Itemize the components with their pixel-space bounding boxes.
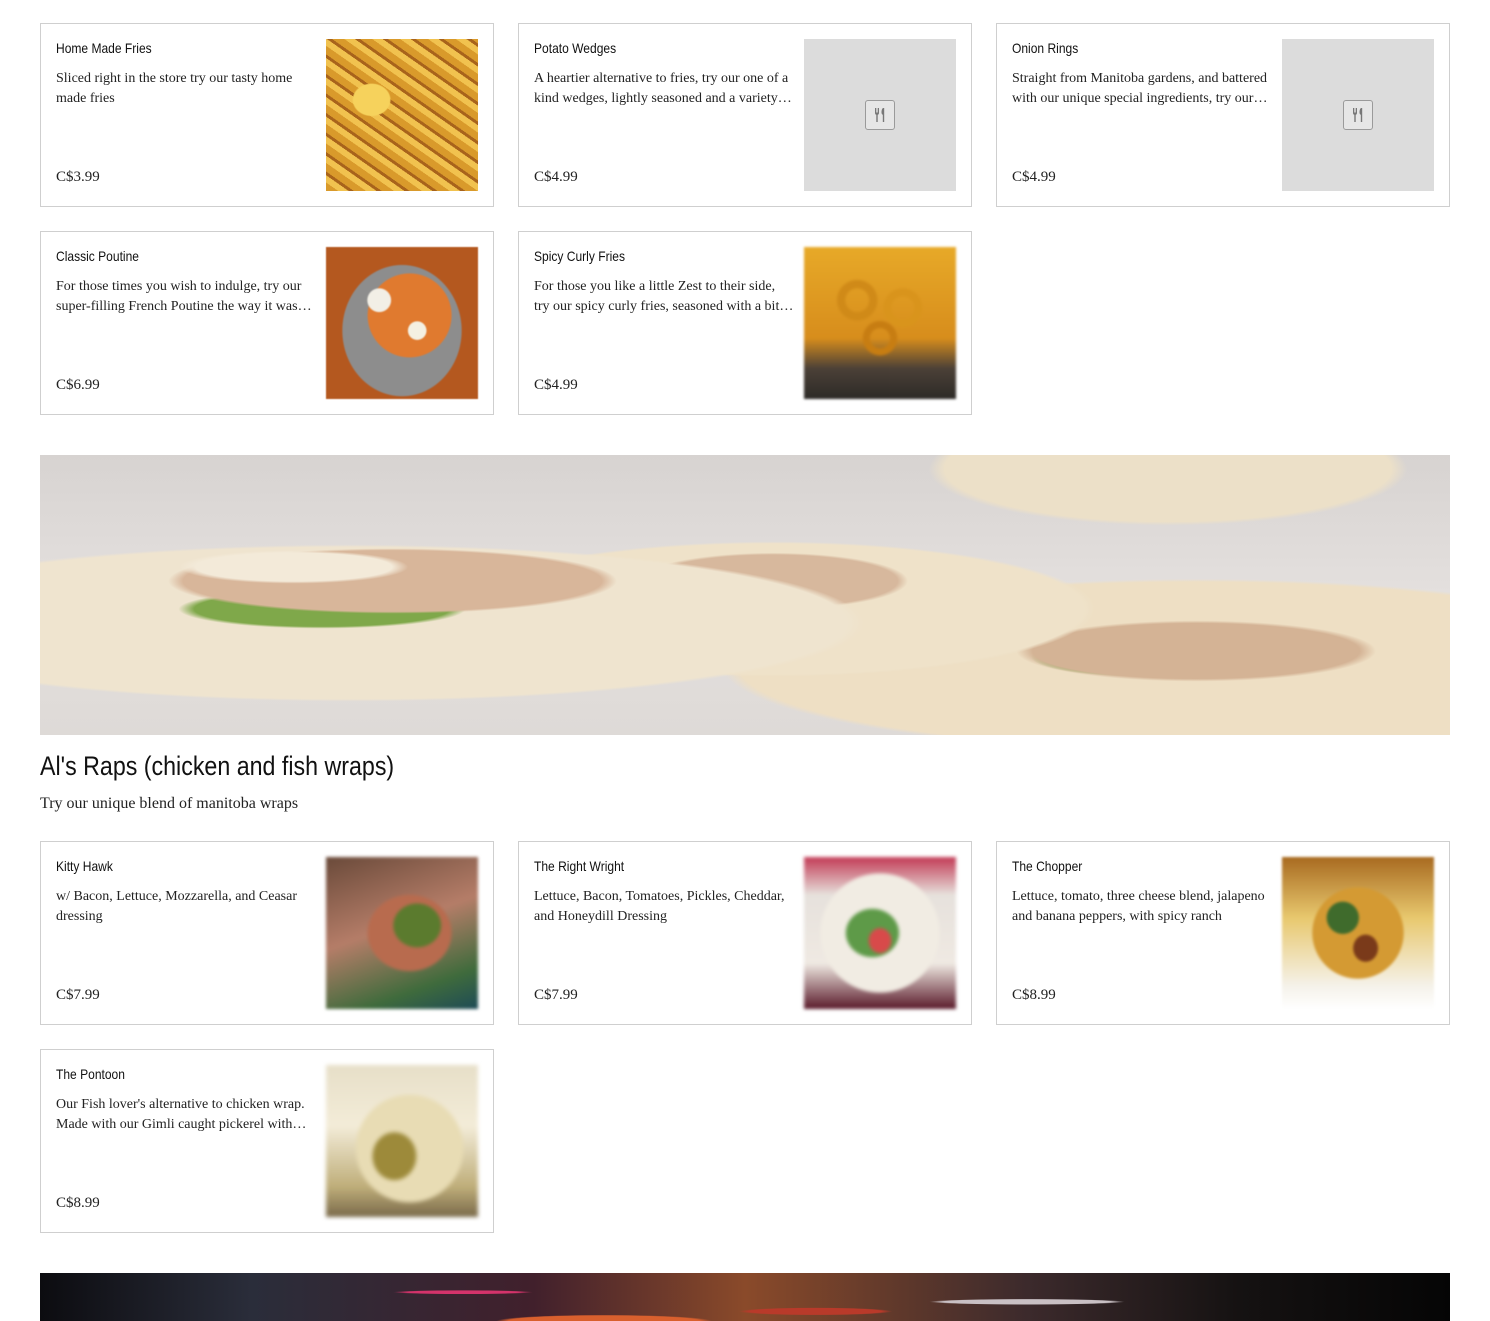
item-description: Lettuce, tomato, three cheese blend, jal… <box>1012 889 1265 924</box>
item-name: Kitty Hawk <box>56 858 113 874</box>
item-photo <box>804 247 956 399</box>
item-name: Spicy Curly Fries <box>534 248 625 264</box>
item-price: C$4.99 <box>534 169 578 185</box>
item-description: Sliced right in the store try our tasty … <box>56 71 293 106</box>
item-photo <box>1282 857 1434 1009</box>
menu-item-card[interactable]: Spicy Curly Fries For those you like a l… <box>518 231 972 415</box>
item-description: For those times you wish to indulge, try… <box>56 279 302 314</box>
menu-item-card[interactable]: Home Made Fries Sliced right in the stor… <box>40 23 494 207</box>
menu-item-card[interactable]: Classic Poutine For those times you wish… <box>40 231 494 415</box>
item-price: C$6.99 <box>56 377 100 393</box>
section-description: Try our unique blend of manitoba wraps <box>40 795 299 812</box>
item-photo <box>804 857 956 1009</box>
menu-item-card[interactable]: Potato Wedges A heartier alternative to … <box>518 23 972 207</box>
sides-grid: Home Made Fries Sliced right in the stor… <box>40 23 1450 415</box>
section-banner-image <box>40 455 1450 735</box>
item-photo <box>326 1065 478 1217</box>
item-photo <box>326 39 478 191</box>
item-price: C$4.99 <box>534 377 578 393</box>
item-photo <box>326 857 478 1009</box>
item-name: The Chopper <box>1012 858 1083 874</box>
item-name: Potato Wedges <box>534 40 617 56</box>
fork-knife-icon <box>1343 100 1373 130</box>
item-photo <box>326 247 478 399</box>
menu-item-card[interactable]: The Pontoon Our Fish lover's alternative… <box>40 1049 494 1233</box>
menu-item-card[interactable]: Onion Rings Straight from Manitoba garde… <box>996 23 1450 207</box>
wraps-grid: Kitty Hawk w/ Bacon, Lettuce, Mozzarella… <box>40 841 1450 1233</box>
image-placeholder <box>804 39 956 191</box>
section-banner-image <box>40 1273 1450 1321</box>
section-title: Al's Raps (chicken and fish wraps) <box>40 751 395 781</box>
item-name: Onion Rings <box>1012 40 1079 56</box>
item-price: C$4.99 <box>1012 169 1056 185</box>
item-price: C$3.99 <box>56 169 100 185</box>
item-name: Home Made Fries <box>56 40 152 56</box>
item-price: C$8.99 <box>1012 987 1056 1003</box>
menu-item-card[interactable]: The Right Wright Lettuce, Bacon, Tomatoe… <box>518 841 972 1025</box>
item-price: C$7.99 <box>534 987 578 1003</box>
fork-knife-icon <box>865 100 895 130</box>
menu-item-card[interactable]: The Chopper Lettuce, tomato, three chees… <box>996 841 1450 1025</box>
item-description: A heartier alternative to fries, try our… <box>534 71 793 106</box>
item-description: Straight from Manitoba gardens, and batt… <box>1012 71 1268 106</box>
item-name: The Pontoon <box>56 1066 125 1082</box>
item-price: C$7.99 <box>56 987 100 1003</box>
image-placeholder <box>1282 39 1434 191</box>
item-description: For those you like a little Zest to thei… <box>534 279 780 314</box>
item-name: The Right Wright <box>534 858 625 874</box>
item-description: Lettuce, Bacon, Tomatoes, Pickles, Chedd… <box>534 889 785 924</box>
menu-item-card[interactable]: Kitty Hawk w/ Bacon, Lettuce, Mozzarella… <box>40 841 494 1025</box>
item-description: Our Fish lover's alternative to chicken … <box>56 1097 305 1132</box>
item-price: C$8.99 <box>56 1195 100 1211</box>
item-description: w/ Bacon, Lettuce, Mozzarella, and Ceasa… <box>56 889 298 924</box>
item-name: Classic Poutine <box>56 248 139 264</box>
